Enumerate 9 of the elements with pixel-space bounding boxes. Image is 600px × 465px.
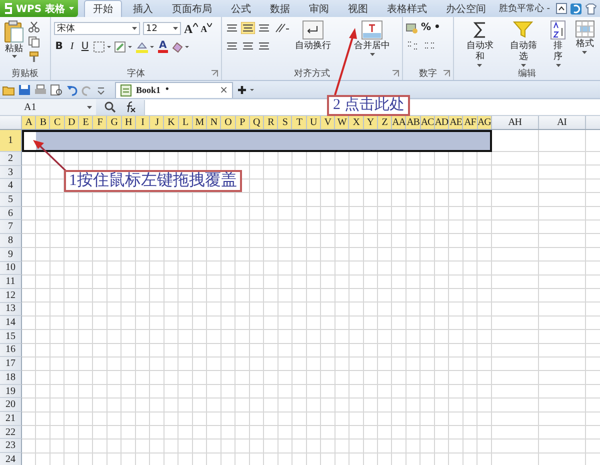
group-label: 数字 (418, 68, 438, 80)
annotation-callout: 1按住鼠标左键拖拽覆盖 (64, 170, 242, 192)
group-label: 剪贴板 (10, 68, 40, 80)
group-label: 编辑 (517, 68, 537, 80)
group-label: 对齐方式 (293, 68, 331, 80)
group-label: 字体 (126, 68, 146, 80)
annotation-tooltip: 2 点击此处 (327, 95, 410, 116)
modified-mark: • (164, 85, 170, 95)
document-name: Book1 (136, 85, 161, 95)
